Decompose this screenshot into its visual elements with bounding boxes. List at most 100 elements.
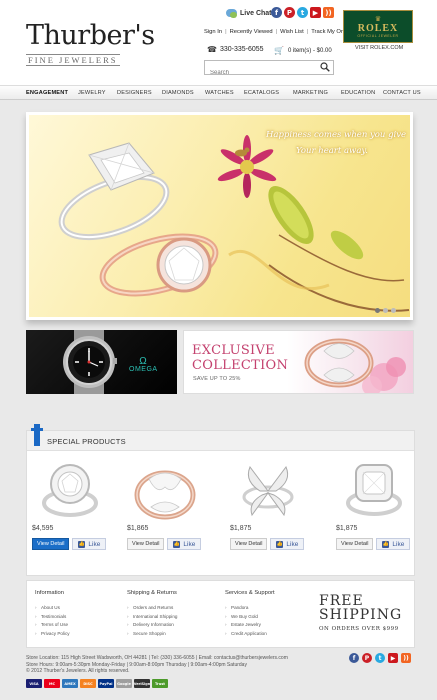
wish-list-link[interactable]: Wish List bbox=[280, 29, 304, 35]
discover-icon: DISC bbox=[80, 679, 96, 688]
facebook-icon[interactable]: f bbox=[271, 7, 282, 18]
youtube-icon[interactable]: ▶ bbox=[388, 653, 398, 663]
live-chat-link[interactable]: Live Chat bbox=[226, 9, 272, 18]
footer-information: Information About Us Testimonials Terms … bbox=[35, 590, 70, 638]
rss-icon[interactable]: )) bbox=[323, 7, 334, 18]
terms-of-use-link[interactable]: Terms of Use bbox=[35, 621, 70, 630]
visa-icon: VISA bbox=[26, 679, 42, 688]
phone-label: 330-335-6055 bbox=[219, 46, 264, 53]
twitter-icon[interactable]: t bbox=[375, 653, 385, 663]
view-detail-button[interactable]: View Detail bbox=[127, 538, 165, 550]
bookmark-icon bbox=[31, 424, 43, 446]
youtube-icon[interactable]: ▶ bbox=[310, 7, 321, 18]
privacy-policy-link[interactable]: Privacy Policy bbox=[35, 630, 70, 639]
product-card: $1,875 View Detail 👍 Like bbox=[225, 457, 311, 575]
main-nav: Engagement Jewelry Designers Diamonds Wa… bbox=[0, 85, 437, 100]
rss-icon[interactable]: )) bbox=[401, 653, 411, 663]
nav-diamonds[interactable]: Diamonds bbox=[162, 90, 194, 96]
rolex-wordmark: ROLEX bbox=[357, 22, 399, 34]
rose-gold-filigree-ring-image[interactable] bbox=[127, 457, 203, 523]
like-button[interactable]: 👍 Like bbox=[167, 538, 202, 550]
cart-summary[interactable]: 🛒 0 item(s) - $0.00 bbox=[274, 46, 332, 55]
cart-icon: 🛒 bbox=[274, 46, 284, 55]
like-button[interactable]: 👍 Like bbox=[376, 538, 411, 550]
like-label: Like bbox=[286, 540, 299, 548]
special-products: SPECIAL PRODUCTS $4,595 View Detail 👍 Lik… bbox=[26, 424, 417, 576]
footer-information-title: Information bbox=[35, 590, 64, 596]
cart-label: 0 item(s) - $0.00 bbox=[287, 47, 332, 54]
like-button[interactable]: 👍 Like bbox=[270, 538, 305, 550]
recently-viewed-link[interactable]: Recently Viewed bbox=[230, 29, 273, 35]
we-buy-gold-link[interactable]: We Buy Gold bbox=[225, 613, 275, 622]
nav-watches[interactable]: Watches bbox=[205, 90, 234, 96]
estate-jewelry-link[interactable]: Estate Jewelry bbox=[225, 621, 275, 630]
sign-in-link[interactable]: Sign In bbox=[204, 29, 222, 35]
thumbs-up-icon: 👍 bbox=[173, 540, 181, 548]
mastercard-icon: MC bbox=[44, 679, 60, 688]
exclusive-collection-promo[interactable]: EXCLUSIVE COLLECTION SAVE UP TO 25% bbox=[183, 330, 414, 394]
testimonials-link[interactable]: Testimonials bbox=[35, 613, 70, 622]
delivery-information-link[interactable]: Delivery Information bbox=[127, 621, 177, 630]
account-links: Sign In | Recently Viewed | Wish List | … bbox=[204, 29, 351, 35]
cushion-halo-ring-image[interactable] bbox=[336, 457, 412, 523]
search-icon[interactable] bbox=[320, 62, 330, 72]
omega-brand: Ω OMEGA bbox=[129, 357, 158, 374]
nav-education[interactable]: Education bbox=[341, 90, 375, 96]
view-detail-button[interactable]: View Detail bbox=[336, 538, 374, 550]
nav-jewelry[interactable]: Jewelry bbox=[78, 90, 106, 96]
international-shipping-link[interactable]: International Shipping bbox=[127, 613, 177, 622]
verisign-icon: VeriSign bbox=[134, 679, 150, 688]
pandora-link[interactable]: Pandora bbox=[225, 604, 275, 613]
hero-caption: Happiness comes when you give Your heart… bbox=[266, 127, 406, 159]
product-card: $1,865 View Detail 👍 Like bbox=[122, 457, 208, 575]
product-card: $1,875 View Detail 👍 Like bbox=[331, 457, 417, 575]
hero-line-2: Your heart away. bbox=[296, 146, 368, 156]
special-products-title: SPECIAL PRODUCTS bbox=[47, 437, 126, 446]
omega-promo[interactable]: Ω OMEGA bbox=[26, 330, 177, 394]
rolex-badge[interactable]: ♛ ROLEX OFFICIAL JEWELER bbox=[343, 10, 413, 43]
butterfly-ring-image[interactable] bbox=[230, 457, 306, 523]
slider-dot[interactable] bbox=[375, 308, 380, 313]
view-detail-button[interactable]: View Detail bbox=[32, 538, 70, 550]
nav-designers[interactable]: Designers bbox=[117, 90, 152, 96]
nav-contact-us[interactable]: Contact Us bbox=[383, 90, 421, 96]
halo-ring-image[interactable] bbox=[32, 457, 108, 523]
rose-gold-ring-icon bbox=[99, 233, 219, 297]
chat-icon bbox=[226, 9, 237, 18]
orders-returns-link[interactable]: Orders and Returns bbox=[127, 604, 177, 613]
secure-shopping-link[interactable]: Secure Shoppin bbox=[127, 630, 177, 639]
product-price: $1,875 bbox=[336, 525, 358, 532]
site-header: Thurber's FINE JEWELERS Live Chat f P t … bbox=[0, 0, 437, 85]
about-us-link[interactable]: About Us bbox=[35, 604, 70, 613]
hero-slider: Happiness comes when you give Your heart… bbox=[26, 112, 413, 320]
footer-services: Services & Support Pandora We Buy Gold E… bbox=[225, 590, 275, 638]
twitter-icon[interactable]: t bbox=[297, 7, 308, 18]
pinterest-icon[interactable]: P bbox=[362, 653, 372, 663]
visit-rolex-link[interactable]: VISIT ROLEX.COM bbox=[355, 45, 403, 51]
like-button[interactable]: 👍 Like bbox=[72, 538, 107, 550]
social-links-top: f P t ▶ )) bbox=[271, 7, 334, 18]
slider-dot[interactable] bbox=[391, 308, 396, 313]
search-input[interactable] bbox=[205, 66, 315, 80]
copyright: © 2012 Thurber's Jewelers. All rights re… bbox=[26, 668, 130, 674]
facebook-icon[interactable]: f bbox=[349, 653, 359, 663]
nav-marketing[interactable]: Marketing bbox=[293, 90, 328, 96]
thumbs-up-icon: 👍 bbox=[78, 540, 86, 548]
nav-engagement[interactable]: Engagement bbox=[26, 90, 68, 96]
hero-banner[interactable]: Happiness comes when you give Your heart… bbox=[29, 115, 410, 317]
nav-ecatalogs[interactable]: eCatalogs bbox=[244, 90, 279, 96]
social-links-bottom: f P t ▶ )) bbox=[349, 653, 411, 663]
view-detail-button[interactable]: View Detail bbox=[230, 538, 268, 550]
site-logo[interactable]: Thurber's FINE JEWELERS bbox=[26, 22, 156, 66]
paypal-icon: PayPal bbox=[98, 679, 114, 688]
live-chat-label: Live Chat bbox=[240, 9, 272, 17]
logo-tagline: FINE JEWELERS bbox=[26, 54, 120, 66]
phone-number[interactable]: ☎ 330-335-6055 bbox=[207, 45, 264, 54]
pinterest-icon[interactable]: P bbox=[284, 7, 295, 18]
slider-dot[interactable] bbox=[383, 308, 388, 313]
free-shipping-line-1: FREE bbox=[319, 593, 364, 609]
credit-application-link[interactable]: Credit Application bbox=[225, 630, 275, 639]
like-label: Like bbox=[183, 540, 196, 548]
divider: | bbox=[275, 29, 278, 35]
google-checkout-icon: Google bbox=[116, 679, 132, 688]
